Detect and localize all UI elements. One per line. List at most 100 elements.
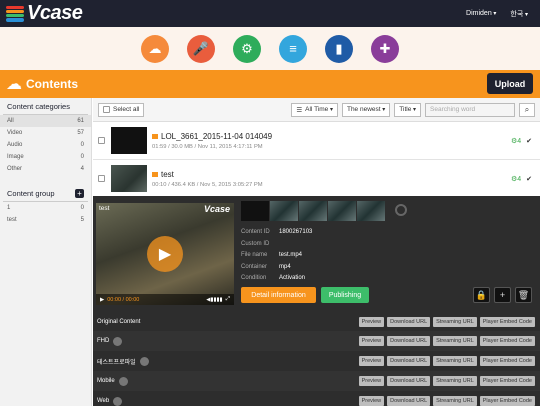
top-navbar: Vcase Dimiden 한국 [0,0,540,27]
preview-button[interactable]: Preview [358,336,385,346]
strip-thumbnail[interactable] [241,201,269,221]
info-key: Content ID [241,229,270,235]
info-key: Custom ID [241,240,270,247]
row-checkbox[interactable] [98,137,105,144]
embed-code-button[interactable]: Player Embed Code [479,317,535,327]
service-icon-bar: ☁ 🎤 ⚙ ≡ ▮ ✚ [0,27,540,70]
embed-code-button[interactable]: Player Embed Code [479,376,535,386]
group-count: 0 [80,205,84,211]
strip-thumbnail[interactable] [328,201,356,221]
search-field-label: Title [399,106,416,113]
lock-icon[interactable]: 🔒 [473,287,490,303]
preview-button[interactable]: Preview [358,376,385,386]
cloud-icon: ☁ [6,76,22,93]
play-icon[interactable]: ▶ [147,236,183,272]
profile-gear-icon[interactable] [118,376,128,386]
publishing-button[interactable]: Publishing [321,287,369,303]
profile-gear-icon[interactable] [113,336,123,346]
profile-name: Web [97,398,110,404]
select-all-button[interactable]: Select all [98,102,145,117]
profile-name: Original Content [97,319,141,325]
play-small-icon[interactable]: ▶ [100,297,104,303]
streaming-url-button[interactable]: Streaming URL [433,317,477,327]
settings-gear-icon[interactable]: ⚙ [233,34,261,63]
embed-code-button[interactable]: Player Embed Code [479,336,535,346]
add-folder-icon[interactable]: + [494,287,511,303]
check-icon: ✔ [526,175,532,183]
strip-thumbnail[interactable] [299,201,327,221]
category-count: 0 [80,142,84,148]
streaming-url-button[interactable]: Streaming URL [433,396,477,406]
puzzle-icon[interactable]: ✚ [371,34,399,63]
sort-dropdown[interactable]: The newest [341,102,391,117]
detail-information-button[interactable]: Detail information [241,287,316,303]
profile-row: Original Content Preview Download URL St… [93,312,540,332]
search-icon[interactable]: ⌕ [519,102,535,117]
streaming-url-button[interactable]: Streaming URL [433,356,477,366]
profile-count-badge: ⚙4 [510,137,522,145]
download-url-button[interactable]: Download URL [387,376,431,386]
language-menu[interactable]: 한국 [510,9,528,19]
video-player[interactable]: test Vcase ▶ ▶ 00:00 / 00:00 ◀▮▮▮▮ ⤢ [96,203,234,305]
embed-code-button[interactable]: Player Embed Code [479,356,535,366]
volume-icon[interactable]: ◀▮▮▮▮ [206,297,222,303]
content-row[interactable]: LOL_3661_2015-11-04 014049 01:59 / 30.0 … [93,122,540,160]
microphone-icon[interactable]: 🎤 [187,34,215,63]
strip-thumbnail[interactable] [357,201,385,221]
embed-code-button[interactable]: Player Embed Code [479,396,535,406]
category-item-audio[interactable]: Audio 0 [0,139,91,151]
database-icon[interactable]: ≡ [279,34,307,63]
app-logo[interactable]: Vcase [27,2,83,25]
preview-button[interactable]: Preview [358,356,385,366]
user-menu[interactable]: Dimiden [466,10,496,17]
content-title[interactable]: LOL_3661_2015-11-04 014049 [161,132,272,141]
trash-icon[interactable]: 🗑 [515,287,532,303]
refresh-icon[interactable] [395,204,407,216]
category-item-other[interactable]: Other 4 [0,163,91,175]
category-label: Video [7,130,23,136]
fullscreen-icon[interactable]: ⤢ [226,296,230,303]
content-info: Content ID 1800267103 Custom ID File name… [241,227,312,285]
category-label: Other [7,166,23,172]
content-title[interactable]: test [161,170,174,179]
preview-button[interactable]: Preview [358,396,385,406]
upload-button[interactable]: Upload [487,73,533,94]
select-all-label: Select all [113,106,140,113]
search-field-dropdown[interactable]: Title [394,102,421,117]
group-item-1[interactable]: 10 [0,202,91,214]
list-icon: ☰ [296,106,303,114]
profile-row: 테스트프로파일 Preview Download URL Streaming U… [93,351,540,371]
group-item-test[interactable]: test 5 [0,214,91,226]
category-item-all[interactable]: All 61 [0,115,91,127]
time-filter-label: All Time [305,106,333,113]
video-thumbnail[interactable] [111,127,147,154]
strip-thumbnail[interactable] [270,201,298,221]
streaming-url-button[interactable]: Streaming URL [433,336,477,346]
streaming-url-button[interactable]: Streaming URL [433,376,477,386]
content-main: Select all ☰All Time The newest Title Se… [93,98,540,406]
download-url-button[interactable]: Download URL [387,356,431,366]
time-filter-dropdown[interactable]: ☰ All Time [291,102,338,117]
player-title: test [99,205,110,212]
row-checkbox[interactable] [98,175,105,182]
cloud-upload-icon[interactable]: ☁ [141,34,169,63]
category-item-video[interactable]: Video 57 [0,127,91,139]
player-controls: ▶ 00:00 / 00:00 ◀▮▮▮▮ ⤢ [96,294,234,305]
categories-heading: Content categories [3,98,88,115]
video-type-icon [152,133,158,139]
download-url-button[interactable]: Download URL [387,336,431,346]
search-input[interactable]: Searching word [425,102,515,117]
preview-button[interactable]: Preview [358,317,385,327]
profile-gear-icon[interactable] [113,396,123,406]
content-row[interactable]: test 00:10 / 436.4 KB / Nov 5, 2015 3:05… [93,160,540,198]
bar-chart-icon[interactable]: ▮ [325,34,353,63]
profile-name: Mobile [97,378,115,384]
profile-gear-icon[interactable] [139,356,149,366]
category-label: All [7,118,14,124]
group-count: 5 [80,217,84,223]
download-url-button[interactable]: Download URL [387,317,431,327]
category-item-image[interactable]: Image 0 [0,151,91,163]
video-thumbnail[interactable] [111,165,147,192]
add-group-icon[interactable]: + [75,189,84,198]
download-url-button[interactable]: Download URL [387,396,431,406]
